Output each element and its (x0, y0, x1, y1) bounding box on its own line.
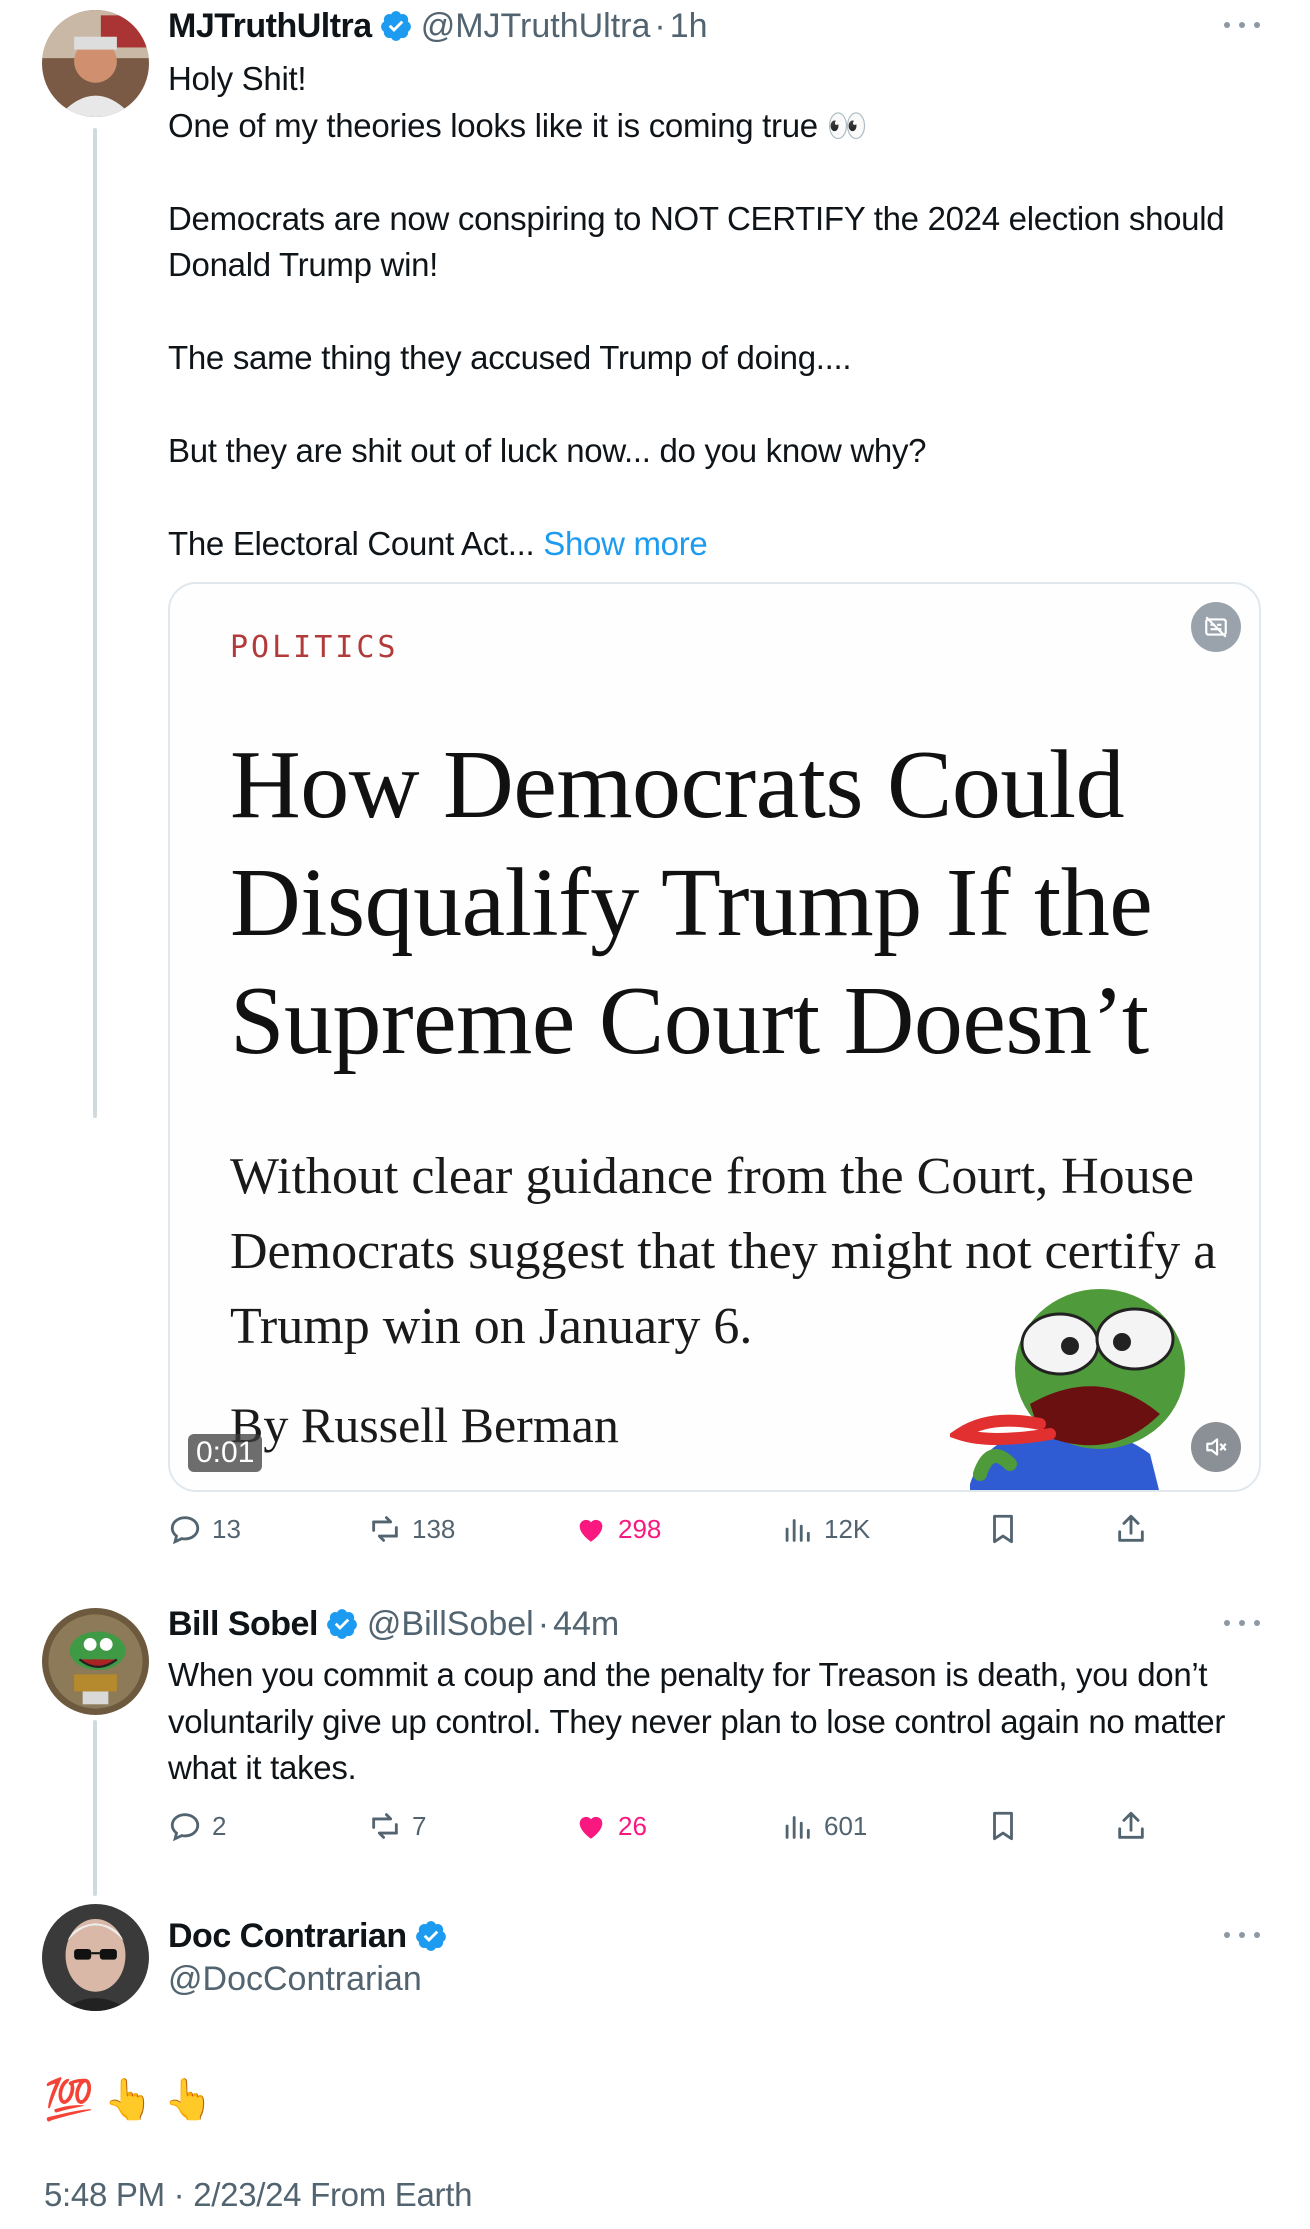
tweet-actions: 13 138 298 12K (168, 1509, 1178, 1549)
repost-button[interactable]: 138 (368, 1509, 455, 1549)
author-name[interactable]: MJTruthUltra (168, 7, 372, 46)
tweet-paragraph: The same thing they accused Trump of doi… (168, 339, 852, 376)
video-media[interactable]: POLITICS How Democrats Could Disqualify … (168, 582, 1261, 1492)
frog-meme-image (950, 1289, 1185, 1490)
share-icon (1118, 1811, 1144, 1839)
bookmark-icon (993, 1811, 1013, 1841)
tweet-header: Bill Sobel @BillSobel · 44m (168, 1602, 1260, 1646)
separator-dot: · (654, 6, 666, 45)
video-duration: 0:01 (188, 1434, 263, 1472)
like-button[interactable]: 26 (574, 1806, 647, 1846)
separator-dot: · (537, 1604, 550, 1643)
share-button[interactable] (1114, 1806, 1158, 1846)
avatar[interactable] (42, 10, 149, 117)
tweet-paragraph: The Electoral Count Act... (168, 525, 535, 562)
verified-badge-icon (380, 11, 411, 41)
show-more-link[interactable]: Show more (543, 525, 708, 562)
author-handle[interactable]: @MJTruthUltra (421, 7, 651, 46)
views-button[interactable]: 601 (780, 1806, 867, 1846)
article-title: How Democrats Could Disqualify Trump If … (230, 731, 1153, 1075)
caption-icon[interactable] (1191, 602, 1241, 652)
share-icon (1118, 1514, 1144, 1542)
author-name[interactable]: Bill Sobel (168, 1605, 318, 1644)
views-button[interactable]: 12K (780, 1509, 870, 1549)
views-icon (785, 1519, 810, 1542)
views-icon (785, 1816, 810, 1839)
tweet: Doc Contrarian @DocContrarian (168, 1914, 1260, 1999)
more-options-icon[interactable] (1224, 1928, 1260, 1942)
more-options-icon[interactable] (1224, 18, 1260, 32)
bookmark-button[interactable] (986, 1806, 1030, 1846)
views-count: 601 (824, 1810, 868, 1841)
tweet-paragraph: But they are shit out of luck now... do … (168, 432, 927, 469)
verified-badge-icon (415, 1921, 446, 1951)
repost-icon (372, 1813, 398, 1839)
tweet-text: Holy Shit! One of my theories looks like… (168, 56, 1260, 568)
tweet-actions: 2 7 26 601 (168, 1806, 1178, 1846)
tweet-paragraph: Democrats are now conspiring to NOT CERT… (168, 199, 1225, 284)
heart-icon (579, 1816, 603, 1839)
tweet: MJTruthUltra @MJTruthUltra · 1h Holy Shi… (168, 4, 1260, 568)
reply-icon (170, 1516, 200, 1545)
tweet-timestamp[interactable]: 5:48 PM · 2/23/24 From Earth (44, 2176, 472, 2214)
reply-icon (170, 1813, 200, 1842)
mute-icon[interactable] (1191, 1422, 1241, 1472)
avatar[interactable] (42, 1608, 149, 1715)
author-name[interactable]: Doc Contrarian (168, 1917, 407, 1956)
reply-button[interactable]: 13 (168, 1509, 241, 1549)
like-button[interactable]: 298 (574, 1509, 661, 1549)
bookmark-button[interactable] (986, 1509, 1030, 1549)
tweet-time[interactable]: 44m (553, 1605, 619, 1644)
heart-icon (579, 1519, 603, 1542)
pointing-up-emoji: 👆 (163, 2078, 214, 2122)
tweet-text: 💯 👆 👆 (44, 2076, 213, 2123)
article-category: POLITICS (230, 630, 399, 665)
reply-count: 13 (212, 1513, 241, 1544)
repost-icon (372, 1516, 398, 1542)
hundred-emoji: 💯 (44, 2078, 94, 2122)
bookmark-icon (993, 1514, 1013, 1544)
repost-button[interactable]: 7 (368, 1806, 426, 1846)
tweet: Bill Sobel @BillSobel · 44m When you com… (168, 1602, 1260, 1792)
share-button[interactable] (1114, 1509, 1158, 1549)
author-handle[interactable]: @DocContrarian (168, 1960, 1260, 1999)
repost-count: 7 (412, 1810, 427, 1841)
tweet-time[interactable]: 1h (670, 7, 708, 46)
tweet-header: MJTruthUltra @MJTruthUltra · 1h (168, 4, 1260, 48)
more-options-icon[interactable] (1224, 1616, 1260, 1630)
like-count: 298 (618, 1513, 662, 1544)
tweet-paragraph: Holy Shit! (168, 60, 307, 97)
views-count: 12K (824, 1513, 871, 1544)
like-count: 26 (618, 1810, 647, 1841)
thread-line (93, 1720, 97, 1896)
tweet-text: When you commit a coup and the penalty f… (168, 1656, 1226, 1786)
article-byline: By Russell Berman (230, 1397, 619, 1453)
author-handle[interactable]: @BillSobel (367, 1605, 534, 1644)
avatar[interactable] (42, 1904, 149, 2011)
pointing-up-emoji: 👆 (103, 2078, 154, 2122)
reply-count: 2 (212, 1810, 227, 1841)
reply-button[interactable]: 2 (168, 1806, 226, 1846)
thread-line (93, 128, 97, 1118)
tweet-paragraph: One of my theories looks like it is comi… (168, 106, 868, 144)
tweet-header: Doc Contrarian (168, 1914, 1260, 1958)
repost-count: 138 (412, 1513, 456, 1544)
verified-badge-icon (327, 1609, 357, 1639)
